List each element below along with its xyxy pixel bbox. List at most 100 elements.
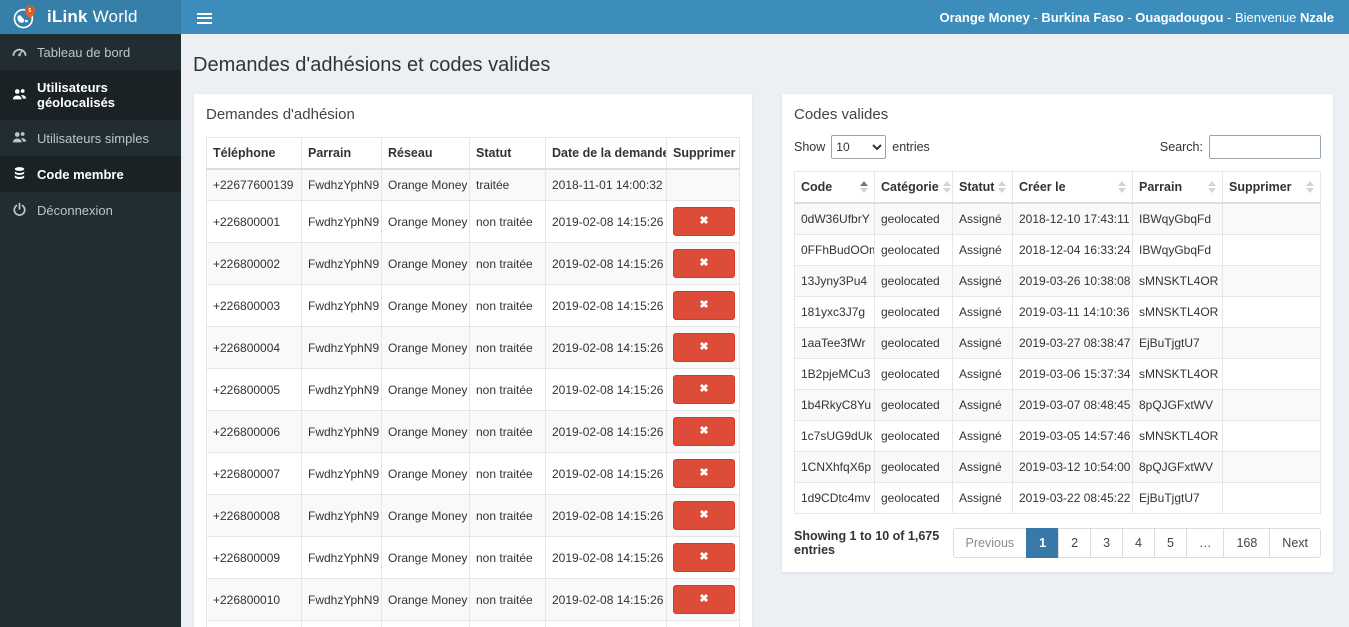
cell-reseau: Orange Money — [381, 620, 470, 627]
cell-date: 2019-02-08 14:15:26 — [545, 536, 667, 579]
delete-request-button[interactable]: ✖ — [673, 543, 735, 572]
cell-telephone: +226800010 — [206, 578, 302, 621]
search-input[interactable] — [1209, 135, 1321, 159]
cell-statut: non traitée — [469, 620, 546, 627]
column-label: Créer le — [1019, 180, 1066, 194]
requests-panel-title: Demandes d'adhésion — [206, 106, 355, 123]
cell-cree-le: 2019-03-05 14:57:46 — [1012, 420, 1133, 452]
cell-parrain: FwdhzYphN9 — [301, 200, 382, 243]
codes-column-header-code[interactable]: Code — [794, 171, 875, 204]
cell-telephone: +226800005 — [206, 368, 302, 411]
cell-statut: Assigné — [952, 296, 1013, 328]
navbar-user-info: Orange Money - Burkina Faso - Ouagadougo… — [939, 9, 1334, 25]
sidebar-menu: Tableau de bord Utilisateurs géolocalisés… — [0, 34, 181, 627]
delete-request-button[interactable]: ✖ — [673, 459, 735, 488]
cell-parrain: IBWqyGbqFd — [1132, 234, 1223, 266]
sidebar-item-label: Utilisateurs géolocalisés — [37, 80, 116, 110]
cell-parrain: FwdhzYphN9 — [301, 284, 382, 327]
sidebar-item-code-membre[interactable]: Code membre — [0, 156, 181, 192]
sidebar-item-label: Déconnexion — [37, 202, 113, 218]
cell-statut: Assigné — [952, 482, 1013, 514]
delete-request-button[interactable]: ✖ — [673, 333, 735, 362]
delete-request-button[interactable]: ✖ — [673, 375, 735, 404]
cell-statut: Assigné — [952, 234, 1013, 266]
sidebar-item-deconnexion[interactable]: Déconnexion — [0, 192, 181, 228]
cell-statut: non traitée — [469, 242, 546, 285]
request-row: +226800008 FwdhzYphN9 Orange Money non trai… — [206, 494, 740, 537]
page-button-168[interactable]: 168 — [1223, 528, 1271, 558]
cell-cree-le: 2019-03-27 08:38:47 — [1012, 327, 1133, 359]
sidebar-item-utilisateurs-simples[interactable]: Utilisateurs simples — [0, 120, 181, 156]
cell-code: 1d9CDtc4mv — [794, 482, 875, 514]
requests-column-header-date-de-la-demande: Date de la demande — [545, 137, 667, 170]
cell-supprimer — [1222, 327, 1321, 359]
delete-request-button[interactable]: ✖ — [673, 291, 735, 320]
delete-request-button[interactable]: ✖ — [673, 417, 735, 446]
cell-parrain: FwdhzYphN9 — [301, 536, 382, 579]
cell-parrain: sMNSKTL4OR — [1132, 420, 1223, 452]
cell-telephone: +22677600139 — [206, 168, 302, 201]
codes-column-header-categorie[interactable]: Catégorie — [874, 171, 953, 204]
page-button-2[interactable]: 2 — [1058, 528, 1092, 558]
codes-column-header-supprimer[interactable]: Supprimer — [1222, 171, 1321, 204]
cell-code: 1B2pjeMCu3 — [794, 358, 875, 390]
codes-column-header-statut[interactable]: Statut — [952, 171, 1013, 204]
code-row: 1d9CDtc4mv geolocated Assigné 2019-03-22 08… — [794, 482, 1321, 514]
page-length-control: Show 10 entries — [794, 135, 930, 159]
cell-supprimer: ✖ — [666, 410, 740, 453]
code-row: 1c7sUG9dUk geolocated Assigné 2019-03-05 14… — [794, 420, 1321, 452]
page-button-3[interactable]: 3 — [1090, 528, 1124, 558]
page-title: Demandes d'adhésions et codes valides — [193, 54, 551, 76]
cell-reseau: Orange Money — [381, 242, 470, 285]
cell-statut: non traitée — [469, 452, 546, 495]
requests-panel: Demandes d'adhésion Téléphone Parrain Rése… — [193, 93, 753, 627]
cell-categorie: geolocated — [874, 327, 953, 359]
cell-telephone: +226800008 — [206, 494, 302, 537]
cell-parrain: 8pQJGFxtWV — [1132, 451, 1223, 483]
column-label: Parrain — [1139, 180, 1183, 194]
cell-reseau: Orange Money — [381, 494, 470, 537]
sidebar-toggle-icon[interactable] — [193, 8, 217, 27]
cell-supprimer — [1222, 234, 1321, 266]
codes-column-header-creer-le[interactable]: Créer le — [1012, 171, 1133, 204]
page-button-next[interactable]: Next — [1269, 528, 1321, 558]
page-button-ellipsis[interactable]: … — [1185, 528, 1225, 558]
codes-column-header-parrain[interactable]: Parrain — [1132, 171, 1223, 204]
cell-telephone: +226800001 — [206, 200, 302, 243]
cell-parrain: FwdhzYphN9 — [301, 452, 382, 495]
delete-request-button[interactable]: ✖ — [673, 207, 735, 236]
cell-statut: non traitée — [469, 536, 546, 579]
cell-reseau: Orange Money — [381, 326, 470, 369]
brand[interactable]: $ iLink World — [0, 0, 181, 34]
cell-supprimer — [1222, 389, 1321, 421]
page-button-4[interactable]: 4 — [1122, 528, 1155, 558]
cell-categorie: geolocated — [874, 358, 953, 390]
sidebar-item-label: Code membre — [37, 166, 124, 182]
sidebar-item-tableau-de-bord[interactable]: Tableau de bord — [0, 34, 181, 70]
code-row: 181yxc3J7g geolocated Assigné 2019-03-11 14… — [794, 296, 1321, 328]
delete-request-button[interactable]: ✖ — [673, 585, 735, 614]
app-window: $ iLink World Orange Money - Burkina Fas… — [0, 0, 1349, 627]
cell-code: 1CNXhfqX6p — [794, 451, 875, 483]
cell-supprimer — [1222, 482, 1321, 514]
cell-reseau: Orange Money — [381, 410, 470, 453]
code-row: 1B2pjeMCu3 geolocated Assigné 2019-03-06 15… — [794, 358, 1321, 390]
delete-request-button[interactable]: ✖ — [673, 501, 735, 530]
sidebar-item-utilisateurs-geolocalises[interactable]: Utilisateurs géolocalisés — [0, 70, 181, 120]
show-label: Show — [794, 140, 826, 154]
page-button-5[interactable]: 5 — [1153, 528, 1187, 558]
users-icon — [12, 87, 28, 103]
cell-statut: non traitée — [469, 368, 546, 411]
cell-date: 2019-02-08 14:15:26 — [545, 410, 667, 453]
cell-code: 181yxc3J7g — [794, 296, 875, 328]
delete-request-button[interactable]: ✖ — [673, 249, 735, 278]
cell-categorie: geolocated — [874, 420, 953, 452]
cell-parrain: sMNSKTL4OR — [1132, 296, 1223, 328]
page-length-select[interactable]: 10 — [831, 135, 887, 159]
cell-cree-le: 2019-03-12 10:54:00 — [1012, 451, 1133, 483]
power-icon — [12, 202, 28, 218]
page-button-previous[interactable]: Previous — [952, 528, 1028, 558]
cell-parrain: 8pQJGFxtWV — [1132, 389, 1223, 421]
codes-panel: Codes valides Show 10 entries Search: Code… — [781, 93, 1334, 573]
page-button-1[interactable]: 1 — [1026, 528, 1060, 558]
